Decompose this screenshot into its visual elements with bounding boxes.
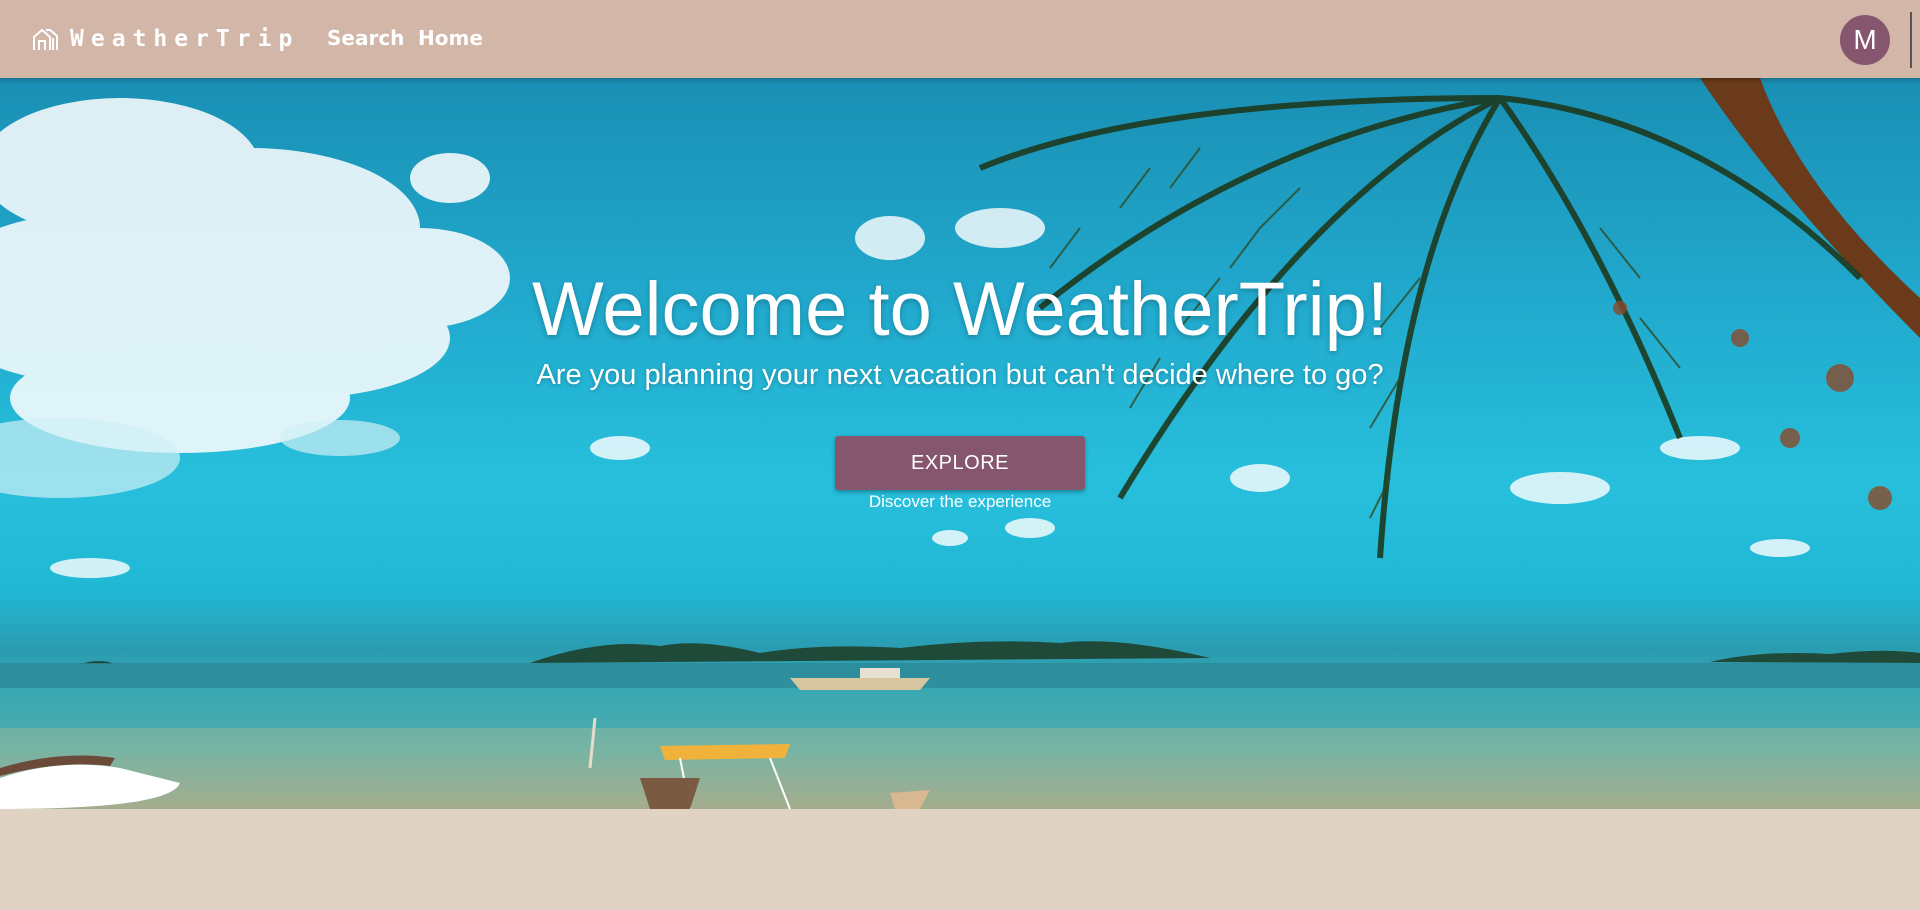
page-footer-area bbox=[0, 809, 1920, 910]
nav-link-search[interactable]: Search bbox=[327, 26, 404, 50]
brand-logo[interactable]: WeatherTrip bbox=[32, 26, 299, 52]
explore-caption: Discover the experience bbox=[868, 492, 1052, 511]
explore-button[interactable]: EXPLORE bbox=[835, 436, 1085, 490]
hero-banner: Welcome to WeatherTrip! Are you planning… bbox=[0, 78, 1920, 809]
brand-name: WeatherTrip bbox=[70, 26, 300, 52]
house-icon bbox=[33, 28, 58, 50]
hero-title: Welcome to WeatherTrip! bbox=[531, 267, 1388, 352]
user-avatar[interactable]: M bbox=[1840, 15, 1890, 65]
scrollbar[interactable] bbox=[1910, 12, 1912, 68]
nav-link-home[interactable]: Home bbox=[418, 26, 483, 50]
top-navbar: WeatherTrip Search Home M bbox=[0, 0, 1920, 78]
hero-subtitle: Are you planning your next vacation but … bbox=[536, 359, 1384, 391]
